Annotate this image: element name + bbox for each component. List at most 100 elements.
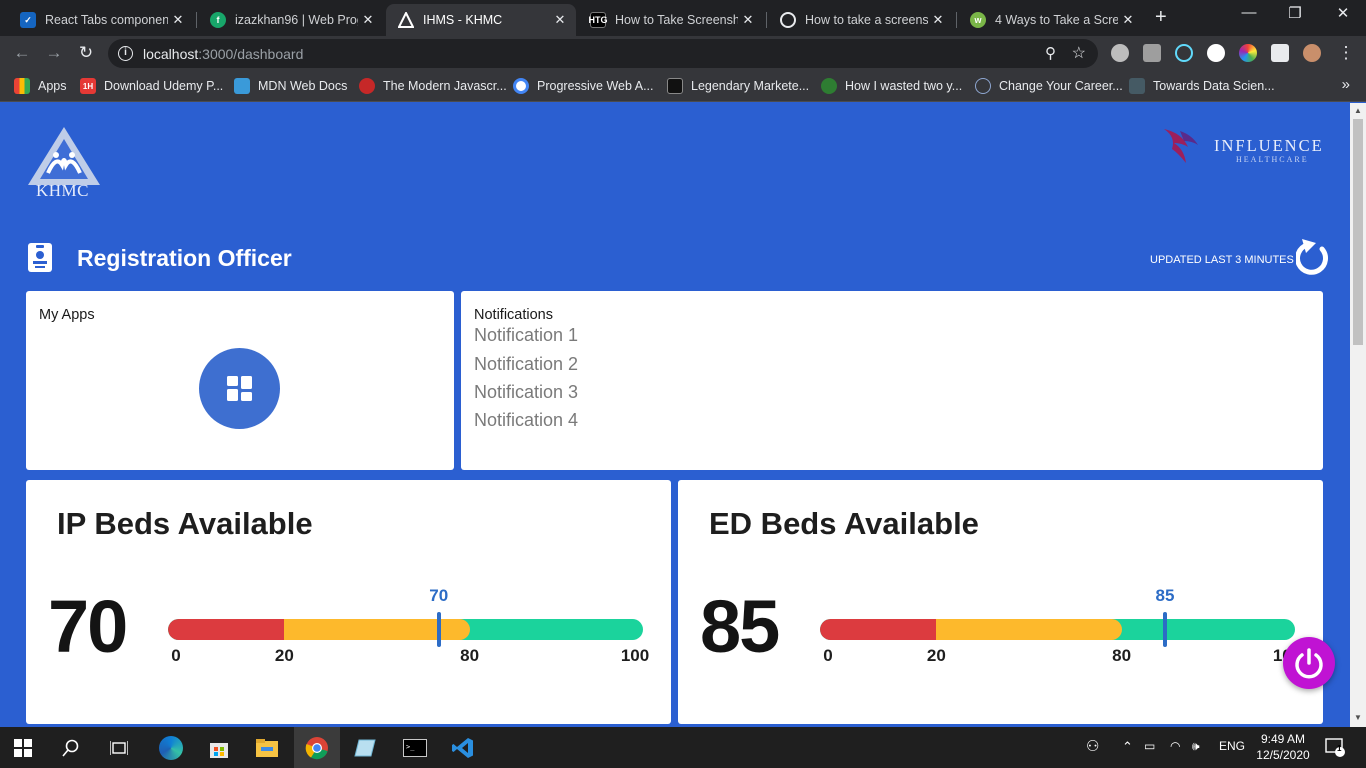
- extension-bulb-icon[interactable]: [1111, 44, 1129, 62]
- bookmark-udemy[interactable]: 1H Download Udemy P...: [80, 77, 223, 95]
- site-info-icon[interactable]: i: [118, 46, 133, 61]
- gauge-marker: [436, 612, 441, 647]
- tab-title: React Tabs component: [45, 13, 168, 27]
- close-icon[interactable]: ✕: [168, 12, 188, 28]
- close-icon[interactable]: ✕: [928, 12, 948, 28]
- color-picker-icon[interactable]: [1239, 44, 1257, 62]
- close-icon[interactable]: ✕: [738, 12, 758, 28]
- logout-power-button[interactable]: [1283, 637, 1335, 689]
- show-hidden-icons-icon[interactable]: ⌃: [1122, 739, 1133, 755]
- gauge-bar: [168, 619, 643, 640]
- notification-item[interactable]: Notification 3: [474, 382, 578, 403]
- bookmark-legendary[interactable]: Legendary Markete...: [667, 77, 809, 95]
- close-icon[interactable]: ✕: [1118, 12, 1138, 28]
- search-button[interactable]: [48, 727, 94, 768]
- udemy-favicon-icon: 1H: [80, 78, 96, 94]
- tab-ihms-khmc[interactable]: IHMS - KHMC ✕: [386, 4, 576, 36]
- url-text: localhost:3000/dashboard: [143, 46, 304, 62]
- browser-tab-strip: ✓ React Tabs component ✕ f izazkhan96 | …: [0, 0, 1366, 36]
- bookmark-apps[interactable]: Apps: [14, 77, 67, 95]
- battery-icon[interactable]: ▭: [1144, 739, 1155, 753]
- volume-icon[interactable]: 🕪: [1192, 739, 1200, 754]
- tab-title: izazkhan96 | Web Progr: [235, 13, 358, 27]
- language-indicator[interactable]: ENG: [1219, 739, 1245, 753]
- tab-izazkhan[interactable]: f izazkhan96 | Web Progr ✕: [198, 4, 384, 36]
- forward-button[interactable]: →: [42, 41, 66, 65]
- notes-app-icon: [354, 739, 376, 756]
- notification-item[interactable]: Notification 4: [474, 410, 578, 431]
- new-tab-button[interactable]: +: [1155, 6, 1167, 29]
- zoom-icon[interactable]: ⚲: [1045, 44, 1056, 62]
- tab-htg-screenshot[interactable]: HTG How to Take Screensho ✕: [578, 4, 764, 36]
- taskbar-notes-app[interactable]: [342, 727, 388, 768]
- action-center-icon[interactable]: 1: [1325, 737, 1345, 760]
- my-apps-card: My Apps: [26, 291, 454, 470]
- healthcare-logo-subtext: HEALTHCARE: [1236, 155, 1309, 164]
- notification-item[interactable]: Notification 1: [474, 325, 578, 346]
- bookmark-mdn[interactable]: MDN Web Docs: [234, 77, 347, 95]
- tab-react-tabs[interactable]: ✓ React Tabs component ✕: [8, 4, 194, 36]
- edge-icon: [159, 735, 183, 760]
- extension-shield-icon[interactable]: [1143, 44, 1161, 62]
- bookmark-wasted-two-years[interactable]: How I wasted two y...: [821, 77, 962, 95]
- bookmark-modern-js[interactable]: The Modern Javascr...: [359, 77, 507, 95]
- notification-count-badge: 1: [1337, 744, 1342, 753]
- gauge-tick-label: 80: [1112, 646, 1132, 665]
- scroll-up-arrow-icon[interactable]: ▲: [1350, 106, 1366, 115]
- gauge-segment-red: [168, 619, 285, 640]
- wifi-icon[interactable]: ◠: [1170, 739, 1180, 753]
- people-icon[interactable]: ⚇: [1086, 737, 1099, 755]
- address-bar[interactable]: i localhost:3000/dashboard ⚲ ☆: [108, 39, 1098, 68]
- wikihow-favicon-icon: w: [970, 12, 986, 28]
- tab-how-to-screenshot[interactable]: How to take a screensh ✕: [768, 4, 954, 36]
- taskbar-file-explorer[interactable]: [244, 727, 290, 768]
- minimize-button[interactable]: —: [1226, 4, 1272, 21]
- menu-icon[interactable]: ⋮: [1334, 41, 1358, 65]
- close-icon[interactable]: ✕: [550, 12, 570, 28]
- gauge-segment-red: [820, 619, 937, 640]
- start-button[interactable]: [0, 727, 46, 768]
- legendary-favicon-icon: [667, 78, 683, 94]
- terminal-icon: >_: [403, 738, 427, 757]
- tab-4-ways[interactable]: w 4 Ways to Take a Screen ✕: [958, 4, 1144, 36]
- restore-button[interactable]: ❐: [1272, 4, 1318, 22]
- gauge-marker: [1162, 612, 1167, 647]
- ip-beds-card: IP Beds Available 70 70 0 20 80 100: [26, 480, 671, 724]
- ip-beds-title: IP Beds Available: [57, 506, 313, 541]
- apps-launcher-button[interactable]: [199, 348, 280, 429]
- bookmark-towards-data-science[interactable]: Towards Data Scien...: [1129, 77, 1275, 95]
- gauge-tick-label: 0: [171, 646, 181, 665]
- taskbar-chrome[interactable]: [294, 727, 340, 768]
- id-badge-icon: [28, 243, 52, 272]
- wasted-favicon-icon: [821, 78, 837, 94]
- taskbar-terminal[interactable]: >_: [392, 727, 438, 768]
- bookmark-star-icon[interactable]: ☆: [1072, 43, 1086, 63]
- close-window-button[interactable]: ✕: [1320, 4, 1366, 22]
- taskbar-store[interactable]: [196, 727, 242, 768]
- reload-button[interactable]: ↻: [74, 41, 98, 65]
- back-button[interactable]: ←: [10, 41, 34, 65]
- windows-taskbar: >_ ⚇ ⌃ ▭ ◠ 🕪 ENG 9:49 AM 12/5/2020 1: [0, 727, 1366, 768]
- freecodecamp-favicon-icon: f: [210, 12, 226, 28]
- extensions-puzzle-icon[interactable]: [1271, 44, 1289, 62]
- scrollbar-thumb[interactable]: [1353, 119, 1363, 345]
- task-view-button[interactable]: [96, 727, 142, 768]
- notification-item[interactable]: Notification 2: [474, 354, 578, 375]
- extension-circle-icon[interactable]: [1207, 44, 1225, 62]
- bookmark-change-career[interactable]: Change Your Career...: [975, 77, 1123, 95]
- gauge-tick-label: 20: [274, 646, 294, 665]
- scroll-down-arrow-icon[interactable]: ▼: [1350, 713, 1366, 722]
- tab-title: 4 Ways to Take a Screen: [995, 13, 1118, 27]
- react-devtools-icon[interactable]: [1175, 44, 1193, 62]
- taskbar-edge[interactable]: [148, 727, 194, 768]
- close-icon[interactable]: ✕: [358, 12, 378, 28]
- bookmark-pwa[interactable]: Progressive Web A...: [513, 77, 654, 95]
- more-bookmarks-icon[interactable]: »: [1342, 76, 1350, 93]
- page-scrollbar[interactable]: ▲ ▼: [1350, 103, 1366, 727]
- browser-toolbar: ← → ↻ i localhost:3000/dashboard ⚲ ☆ ⋮: [0, 36, 1366, 70]
- htg-favicon-icon: HTG: [589, 12, 608, 28]
- refresh-icon[interactable]: [1296, 237, 1330, 275]
- system-clock[interactable]: 9:49 AM 12/5/2020: [1252, 731, 1314, 763]
- profile-avatar[interactable]: [1303, 44, 1321, 62]
- taskbar-vscode[interactable]: [440, 727, 486, 768]
